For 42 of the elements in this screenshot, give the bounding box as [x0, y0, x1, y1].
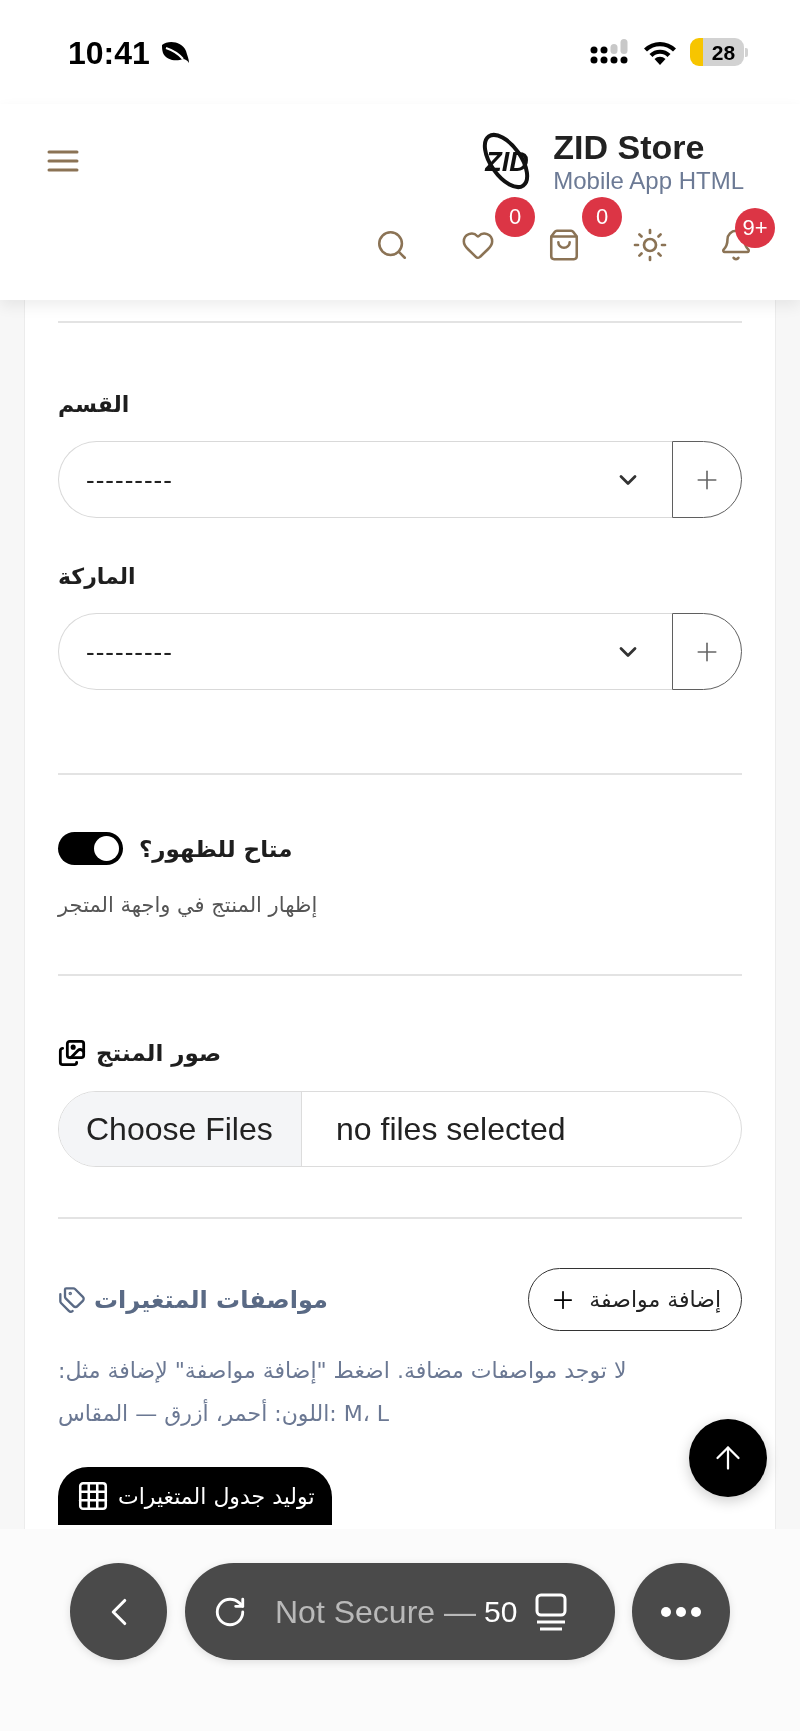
file-status-text: no files selected — [336, 1110, 566, 1149]
count-badge: 9+ — [735, 208, 775, 248]
wifi-icon — [642, 39, 678, 65]
status-time: 10:41 — [68, 36, 150, 70]
select-field[interactable]: --------- — [58, 441, 672, 518]
menu-icon — [47, 150, 79, 172]
count-badge: 0 — [582, 197, 622, 237]
sun-icon — [632, 227, 668, 263]
empty-attributes-text: لا توجد مواصفات مضافة. اضغط "إضافة مواصفة" لإضافة مثل: اللون: أحمر، أزرق — المقاس: M، L — [58, 1357, 628, 1428]
more-icon — [661, 1606, 701, 1617]
add-button[interactable] — [672, 441, 742, 518]
bag-icon — [547, 228, 581, 262]
field-label: الماركة — [58, 563, 136, 591]
notifications-button[interactable]: 9+ — [693, 208, 779, 280]
field-label: صور المنتج — [96, 1039, 222, 1068]
more-button[interactable] — [632, 1563, 730, 1660]
back-button[interactable] — [70, 1563, 167, 1660]
section-title: مواصفات المتغيرات — [94, 1284, 328, 1316]
count-badge: 0 — [495, 197, 535, 237]
select-field[interactable]: --------- — [58, 613, 672, 690]
tabs-icon — [535, 1592, 568, 1631]
add-attribute-button[interactable]: إضافة مواصفة — [528, 1268, 742, 1331]
field-label: القسم — [58, 391, 130, 419]
file-input[interactable]: Choose Files no files selected — [58, 1091, 742, 1167]
search-icon — [375, 228, 409, 262]
grid-icon — [76, 1479, 110, 1513]
address-text: 50 — [483, 1596, 518, 1627]
leaf-icon — [159, 41, 190, 65]
generate-table-button[interactable]: توليد جدول المتغيرات — [58, 1467, 332, 1525]
address-text: Not Secure — — [275, 1595, 476, 1628]
images-icon — [58, 1039, 86, 1067]
toggle-hint: إظهار المنتج في واجهة المتجر — [58, 892, 318, 920]
tags-icon — [58, 1285, 86, 1314]
signal-icon — [590, 39, 630, 65]
store-subtitle: Mobile App HTML — [553, 167, 744, 195]
add-button[interactable] — [672, 613, 742, 690]
visibility-toggle[interactable] — [58, 832, 123, 865]
toggle-label: متاح للظهور؟ — [139, 834, 293, 864]
store-title: ZID Store — [553, 127, 705, 167]
battery-percentage: 28 — [710, 39, 737, 66]
choose-files-button[interactable]: Choose Files — [59, 1092, 302, 1166]
address-bar[interactable]: Not Secure — 50 — [185, 1563, 615, 1660]
